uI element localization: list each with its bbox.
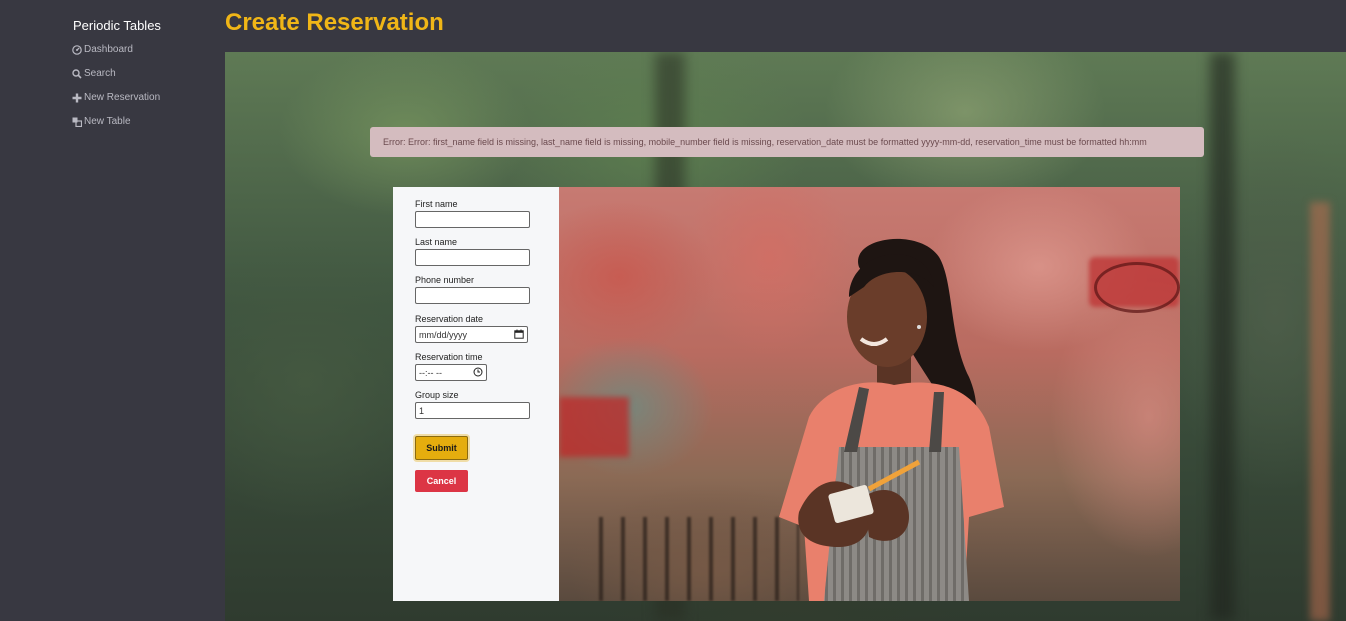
plus-icon [71, 92, 82, 103]
reservation-date-input[interactable]: mm/dd/yyyy [415, 326, 528, 343]
reservation-time-label: Reservation time [415, 352, 483, 362]
first-name-label: First name [415, 199, 458, 209]
date-placeholder: mm/dd/yyyy [419, 329, 468, 340]
last-name-input[interactable] [415, 249, 530, 266]
brand-title[interactable]: Periodic Tables [73, 18, 161, 33]
phone-number-input[interactable] [415, 287, 530, 304]
time-placeholder: --:-- -- [419, 367, 442, 378]
page-title: Create Reservation [225, 9, 444, 36]
reservation-form: First name Last name Phone number Reserv… [393, 187, 559, 601]
reservation-date-label: Reservation date [415, 314, 484, 324]
nav-item-new-table[interactable]: New Table [71, 116, 131, 127]
phone-number-label: Phone number [415, 275, 475, 285]
reservation-time-input[interactable]: --:-- -- [415, 364, 487, 381]
nav-item-label: New Reservation [84, 92, 161, 103]
cancel-button[interactable]: Cancel [415, 470, 468, 492]
waitress-illustration [779, 238, 1004, 601]
search-icon [71, 68, 82, 79]
first-name-input[interactable] [415, 211, 530, 228]
nav-item-label: Search [84, 68, 116, 79]
group-size-input[interactable]: 1 [415, 402, 530, 419]
nav-item-label: Dashboard [84, 44, 133, 55]
nav-item-dashboard[interactable]: Dashboard [71, 44, 133, 55]
calendar-icon[interactable] [514, 329, 524, 341]
dashboard-icon [71, 44, 82, 55]
clock-icon[interactable] [473, 367, 483, 379]
nav-item-new-reservation[interactable]: New Reservation [71, 92, 160, 103]
table-icon [71, 116, 82, 127]
hero-image [559, 187, 1180, 601]
sidebar: Periodic Tables Dashboard Search New Res… [0, 0, 225, 621]
nav-item-label: New Table [84, 116, 131, 127]
last-name-label: Last name [415, 237, 458, 247]
group-size-label: Group size [415, 390, 459, 400]
submit-button[interactable]: Submit [415, 436, 468, 460]
nav-item-search[interactable]: Search [71, 68, 116, 79]
error-alert: Error: Error: first_name field is missin… [370, 127, 1204, 157]
